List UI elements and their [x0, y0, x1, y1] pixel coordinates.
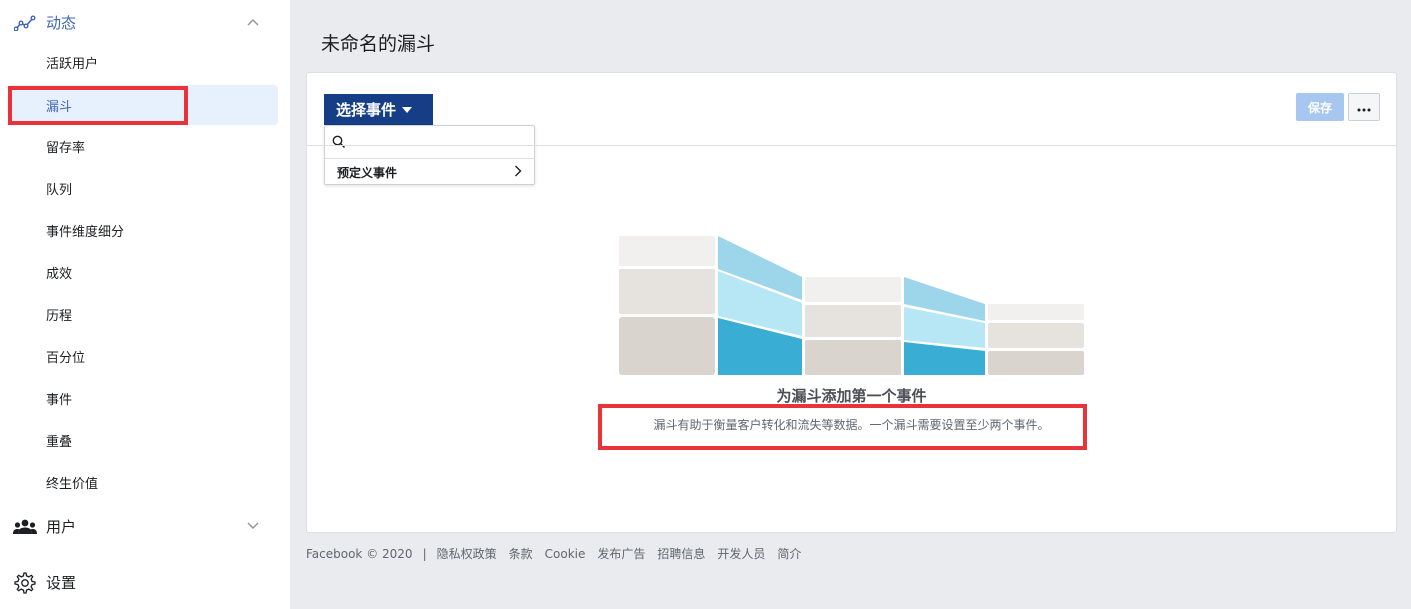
- sidebar-item-active-users[interactable]: 活跃用户: [8, 42, 278, 82]
- footer-link-developers[interactable]: 开发人员: [717, 545, 765, 562]
- footer-link-terms[interactable]: 条款: [509, 545, 533, 562]
- footer: Facebook © 2020 | 隐私权政策 条款 Cookie 发布广告 招…: [306, 545, 813, 562]
- sidebar-item-retention[interactable]: 留存率: [8, 126, 278, 166]
- caret-down-icon: [402, 106, 413, 113]
- sidebar-item-events[interactable]: 事件: [8, 378, 278, 418]
- chevron-up-icon[interactable]: [246, 15, 260, 29]
- footer-link-about[interactable]: 简介: [777, 545, 801, 562]
- sidebar-item-overlap[interactable]: 重叠: [8, 420, 278, 460]
- sidebar-item-cohorts[interactable]: 队列: [8, 168, 278, 208]
- chevron-right-icon: [514, 165, 522, 180]
- funnel-illustration: [619, 234, 1085, 380]
- save-button[interactable]: 保存: [1296, 93, 1344, 121]
- footer-link-advertise[interactable]: 发布广告: [597, 545, 645, 562]
- sidebar-item-journeys[interactable]: 历程: [8, 294, 278, 334]
- footer-link-privacy[interactable]: 隐私权政策: [437, 545, 497, 562]
- sidebar-item-lifetime-value[interactable]: 终生价值: [8, 462, 278, 502]
- sidebar-item-outcomes[interactable]: 成效: [8, 252, 278, 292]
- nav-section-activity[interactable]: 动态: [0, 2, 290, 42]
- dropdown-search: [325, 126, 534, 159]
- gear-icon: [13, 571, 37, 595]
- nav-section-users-label: 用户: [46, 517, 77, 536]
- empty-state-description: 漏斗有助于衡量客户转化和流失等数据。一个漏斗需要设置至少两个事件。: [653, 418, 1050, 432]
- sidebar-item-percentiles[interactable]: 百分位: [8, 336, 278, 376]
- empty-state-title: 为漏斗添加第一个事件: [776, 387, 927, 405]
- funnel-card: 选择事件 预定义事件 保存 为漏斗添加第一个事件 漏斗有助于衡量客户转化和流失等…: [306, 72, 1397, 533]
- more-options-button[interactable]: [1348, 93, 1380, 121]
- users-icon: [13, 515, 37, 539]
- dropdown-item-label: 预定义事件: [337, 165, 398, 180]
- nav-section-users[interactable]: 用户: [0, 506, 290, 546]
- card-divider: [307, 145, 1396, 146]
- footer-link-cookie[interactable]: Cookie: [545, 547, 586, 561]
- footer-copyright: Facebook © 2020: [306, 546, 413, 561]
- dropdown-item-predefined-events[interactable]: 预定义事件: [325, 160, 534, 184]
- sidebar-item-event-breakdown[interactable]: 事件维度细分: [8, 210, 278, 250]
- footer-separator: |: [422, 546, 427, 561]
- nav-section-settings[interactable]: 设置: [0, 562, 290, 602]
- select-event-label: 选择事件: [336, 102, 397, 119]
- event-search-input[interactable]: [349, 130, 529, 154]
- search-icon: [332, 134, 346, 153]
- footer-link-careers[interactable]: 招聘信息: [657, 545, 705, 562]
- chevron-down-icon[interactable]: [246, 519, 260, 533]
- select-event-button[interactable]: 选择事件: [324, 94, 433, 125]
- activity-graph-icon: [13, 11, 37, 35]
- event-dropdown: 预定义事件: [324, 125, 535, 185]
- page-title: 未命名的漏斗: [321, 33, 436, 55]
- more-icon: [1357, 100, 1371, 115]
- nav-section-settings-label: 设置: [46, 573, 77, 592]
- sidebar: 动态 活跃用户 漏斗 留存率 队列 事件维度细分 成效 历程 百分位 事件 重叠…: [0, 0, 290, 609]
- nav-section-activity-label: 动态: [46, 13, 77, 32]
- sidebar-item-funnel[interactable]: 漏斗: [8, 85, 278, 125]
